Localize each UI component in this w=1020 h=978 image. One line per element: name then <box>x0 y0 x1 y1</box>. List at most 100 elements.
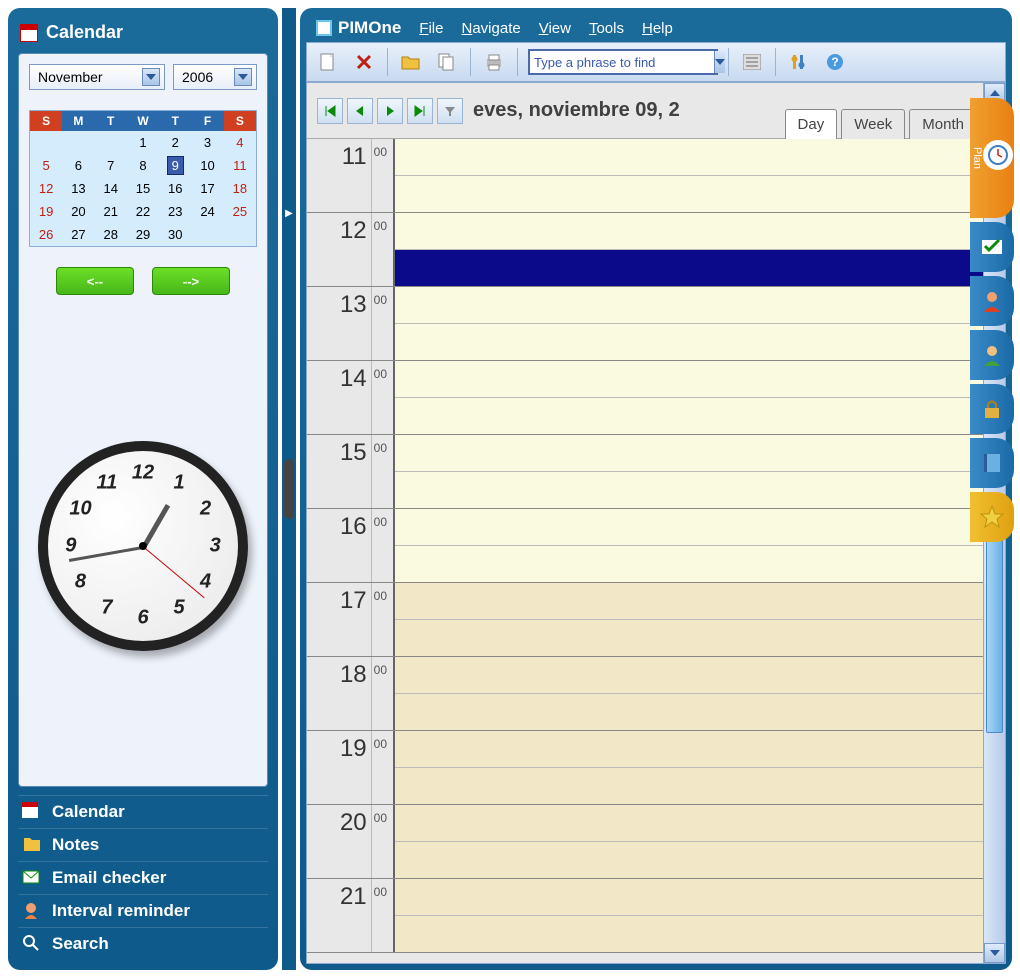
time-slot[interactable] <box>395 842 983 878</box>
nav-first-button[interactable] <box>317 98 343 124</box>
time-slot[interactable] <box>395 805 983 842</box>
open-button[interactable] <box>398 49 424 75</box>
search-field[interactable] <box>530 55 714 70</box>
time-slot[interactable] <box>395 879 983 916</box>
time-slot[interactable] <box>395 472 983 508</box>
settings-button[interactable] <box>786 49 812 75</box>
calendar-day[interactable]: 9 <box>159 154 191 177</box>
menu-help[interactable]: Help <box>642 20 673 37</box>
calendar-day[interactable]: 30 <box>159 223 191 246</box>
calendar-day[interactable]: 29 <box>127 223 159 246</box>
calendar-day[interactable]: 24 <box>191 200 223 223</box>
hour-row[interactable]: 1900 <box>307 731 983 805</box>
hour-row[interactable]: 2100 <box>307 879 983 953</box>
calendar-day[interactable]: 26 <box>30 223 62 246</box>
calendar-day[interactable]: 13 <box>62 177 94 200</box>
tab-day[interactable]: Day <box>785 109 838 139</box>
time-slot[interactable] <box>395 546 983 582</box>
tab-lock[interactable] <box>970 384 1014 434</box>
hour-row[interactable]: 1400 <box>307 361 983 435</box>
time-slot[interactable] <box>395 435 983 472</box>
search-input[interactable] <box>528 49 718 75</box>
tab-month[interactable]: Month <box>909 109 977 139</box>
time-slot[interactable] <box>395 176 983 212</box>
menu-tools[interactable]: Tools <box>589 20 624 37</box>
hour-row[interactable]: 1500 <box>307 435 983 509</box>
calendar-day[interactable]: 11 <box>224 154 256 177</box>
delete-button[interactable] <box>351 49 377 75</box>
calendar-day[interactable]: 19 <box>30 200 62 223</box>
nav-prev-button[interactable] <box>347 98 373 124</box>
calendar-day[interactable]: 2 <box>159 131 191 154</box>
time-slot[interactable] <box>395 213 983 250</box>
calendar-day[interactable]: 14 <box>95 177 127 200</box>
time-slot[interactable] <box>395 361 983 398</box>
chevron-down-icon[interactable] <box>714 51 725 73</box>
calendar-day[interactable]: 3 <box>191 131 223 154</box>
calendar-day[interactable]: 5 <box>30 154 62 177</box>
sidebar-item-email[interactable]: Email checker <box>18 861 268 894</box>
next-month-button[interactable]: --> <box>152 267 230 295</box>
calendar-day[interactable] <box>224 223 256 246</box>
sidebar-item-search[interactable]: Search <box>18 927 268 960</box>
splitter[interactable]: ▶ <box>282 8 296 970</box>
time-slot[interactable] <box>395 731 983 768</box>
time-slot[interactable] <box>395 139 983 176</box>
calendar-day[interactable]: 1 <box>127 131 159 154</box>
menu-view[interactable]: View <box>539 20 571 37</box>
hour-row[interactable]: 1300 <box>307 287 983 361</box>
calendar-day[interactable] <box>191 223 223 246</box>
hour-row[interactable]: 1700 <box>307 583 983 657</box>
calendar-day[interactable]: 20 <box>62 200 94 223</box>
hour-row[interactable]: 2000 <box>307 805 983 879</box>
hour-row[interactable]: 1100 <box>307 139 983 213</box>
calendar-day[interactable]: 18 <box>224 177 256 200</box>
nav-next-button[interactable] <box>377 98 403 124</box>
calendar-day[interactable]: 6 <box>62 154 94 177</box>
calendar-day[interactable]: 28 <box>95 223 127 246</box>
calendar-day[interactable] <box>95 131 127 154</box>
print-button[interactable] <box>481 49 507 75</box>
calendar-day[interactable]: 7 <box>95 154 127 177</box>
time-slot[interactable] <box>395 250 983 286</box>
time-slot[interactable] <box>395 657 983 694</box>
calendar-day[interactable]: 25 <box>224 200 256 223</box>
calendar-day[interactable] <box>30 131 62 154</box>
time-slot[interactable] <box>395 324 983 360</box>
time-grid[interactable]: 1100120013001400150016001700180019002000… <box>307 139 983 963</box>
scroll-down-button[interactable] <box>984 943 1005 963</box>
calendar-day[interactable]: 15 <box>127 177 159 200</box>
calendar-day[interactable]: 21 <box>95 200 127 223</box>
sidebar-item-calendar[interactable]: Calendar <box>18 795 268 828</box>
menu-file[interactable]: File <box>419 20 443 37</box>
help-button[interactable]: ? <box>822 49 848 75</box>
calendar-day[interactable]: 22 <box>127 200 159 223</box>
scroll-thumb[interactable] <box>986 513 1003 733</box>
calendar-day[interactable]: 23 <box>159 200 191 223</box>
prev-month-button[interactable]: <-- <box>56 267 134 295</box>
tab-week[interactable]: Week <box>841 109 905 139</box>
calendar-day[interactable] <box>62 131 94 154</box>
calendar-day[interactable]: 16 <box>159 177 191 200</box>
calendar-day[interactable]: 17 <box>191 177 223 200</box>
time-slot[interactable] <box>395 287 983 324</box>
calendar-day[interactable]: 8 <box>127 154 159 177</box>
time-slot[interactable] <box>395 583 983 620</box>
year-select[interactable]: 2006 <box>173 64 257 90</box>
time-slot[interactable] <box>395 398 983 434</box>
tab-check[interactable] <box>970 222 1014 272</box>
tab-star[interactable] <box>970 492 1014 542</box>
time-slot[interactable] <box>395 768 983 804</box>
mini-calendar[interactable]: SMTWTFS123456789101112131415161718192021… <box>29 110 257 247</box>
filter-button[interactable] <box>437 98 463 124</box>
hour-row[interactable]: 1200 <box>307 213 983 287</box>
sidebar-item-notes[interactable]: Notes <box>18 828 268 861</box>
hour-row[interactable]: 1600 <box>307 509 983 583</box>
calendar-day[interactable]: 4 <box>224 131 256 154</box>
hour-row[interactable]: 1800 <box>307 657 983 731</box>
time-slot[interactable] <box>395 509 983 546</box>
time-slot[interactable] <box>395 694 983 730</box>
calendar-day[interactable]: 10 <box>191 154 223 177</box>
time-slot[interactable] <box>395 620 983 656</box>
menu-navigate[interactable]: Navigate <box>461 20 520 37</box>
